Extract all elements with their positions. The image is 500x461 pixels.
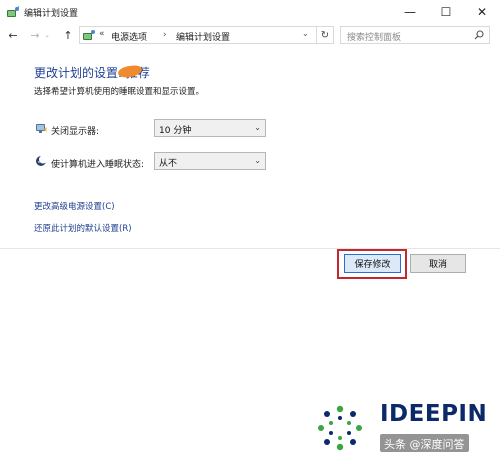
title-bar: 编辑计划设置 — ☐ ✕ [0, 0, 500, 24]
minimize-button[interactable]: — [392, 0, 428, 24]
restore-defaults-link[interactable]: 还原此计划的默认设置(R) [34, 222, 132, 234]
search-input[interactable]: 搜索控制面板 [347, 30, 401, 43]
up-arrow-icon[interactable]: ↑ [60, 27, 76, 43]
ideepin-logo-icon [318, 405, 362, 451]
power-options-icon [7, 6, 19, 17]
search-icon[interactable] [474, 30, 484, 40]
turn-off-display-value: 10 分钟 [159, 126, 192, 136]
address-dropdown-icon[interactable]: ⌄ [302, 29, 309, 38]
chevron-down-icon: ⌄ [254, 156, 261, 165]
turn-off-display-select[interactable]: 10 分钟 ⌄ [154, 119, 266, 137]
sleep-value: 从不 [159, 159, 178, 169]
ideepin-brand-text: IDEEPIN [380, 401, 488, 427]
window-title: 编辑计划设置 [24, 9, 79, 19]
control-panel-icon [83, 30, 95, 40]
breadcrumb-edit-plan[interactable]: 编辑计划设置 [176, 30, 230, 43]
breadcrumb-power-options[interactable]: 电源选项 [111, 30, 147, 43]
chevron-down-icon: ⌄ [254, 123, 261, 132]
save-button[interactable]: 保存修改 [344, 254, 401, 273]
sleep-label: 使计算机进入睡眠状态: [51, 160, 145, 170]
cancel-button[interactable]: 取消 [410, 254, 466, 273]
search-box[interactable]: 搜索控制面板 [340, 26, 490, 44]
watermark: 头条 @深度问答 [380, 434, 469, 452]
refresh-icon[interactable]: ↻ [317, 26, 334, 44]
sleep-moon-icon [36, 155, 47, 166]
address-bar[interactable]: « 电源选项 › 编辑计划设置 ⌄ [79, 26, 317, 44]
page-subtitle: 选择希望计算机使用的睡眠设置和显示设置。 [34, 87, 205, 97]
breadcrumb-separator-icon[interactable]: › [163, 30, 167, 40]
close-button[interactable]: ✕ [464, 0, 500, 24]
sleep-select[interactable]: 从不 ⌄ [154, 152, 266, 170]
maximize-button[interactable]: ☐ [428, 0, 464, 24]
recent-locations-icon[interactable]: ⌄ [42, 27, 52, 43]
display-icon [36, 124, 47, 133]
footer-divider [0, 248, 500, 249]
advanced-power-settings-link[interactable]: 更改高级电源设置(C) [34, 200, 115, 212]
forward-arrow-icon[interactable]: → [27, 27, 43, 43]
turn-off-display-label: 关闭显示器: [51, 127, 100, 137]
address-overflow-chevron-icon[interactable]: « [99, 29, 105, 39]
back-arrow-icon[interactable]: ← [5, 27, 21, 43]
